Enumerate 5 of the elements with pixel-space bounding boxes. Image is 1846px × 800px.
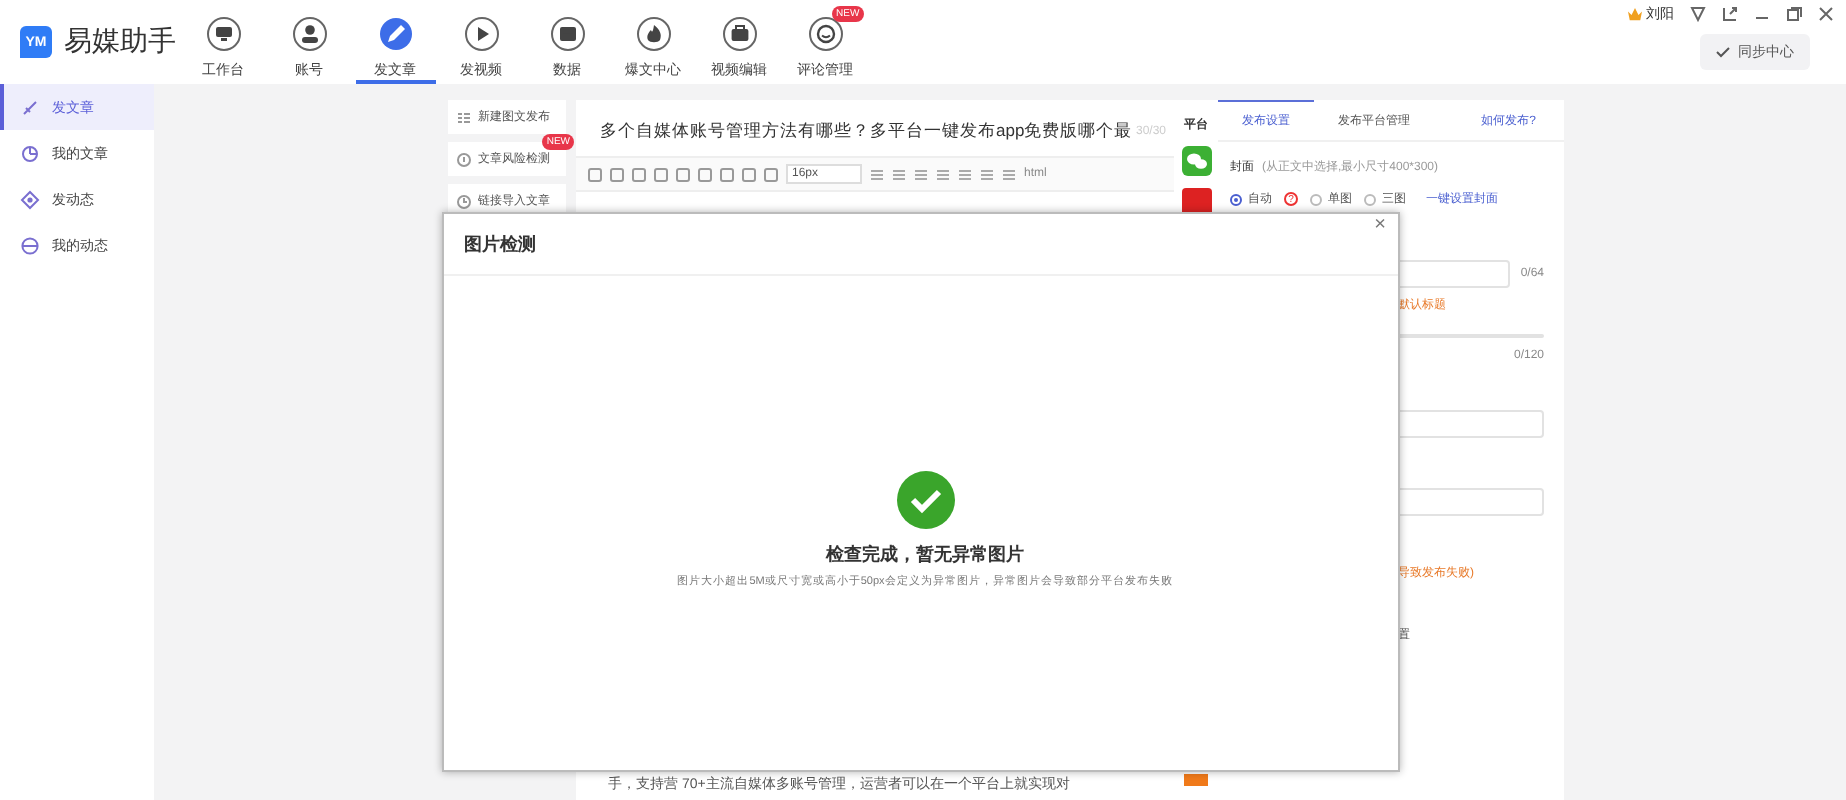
result-title: 检查完成，暂无异常图片 xyxy=(826,542,1024,568)
close-button[interactable]: × xyxy=(1370,214,1390,238)
article-title[interactable]: 多个自媒体账号管理方法有哪些？多平台一键发布app免费版哪个最 xyxy=(600,120,1133,144)
app-name: 易媒助手 xyxy=(64,24,176,60)
dialog-title: 图片检测 xyxy=(464,231,536,257)
